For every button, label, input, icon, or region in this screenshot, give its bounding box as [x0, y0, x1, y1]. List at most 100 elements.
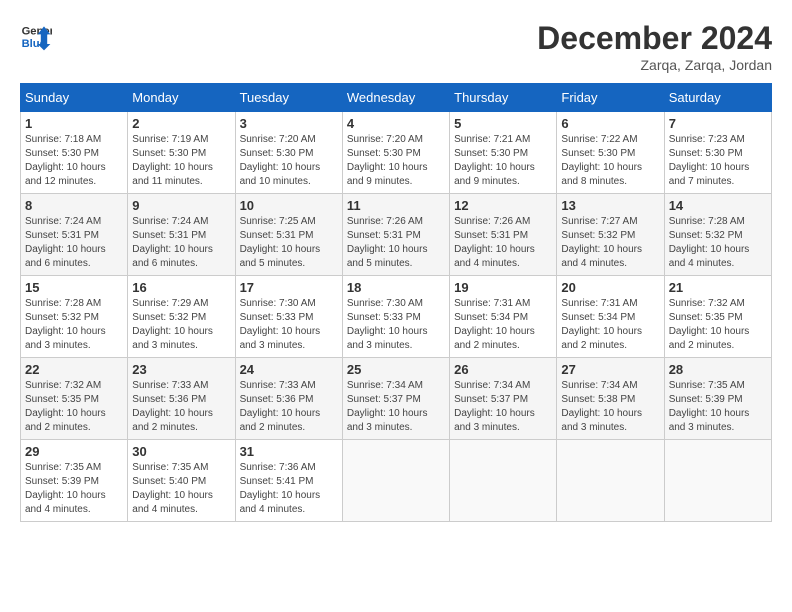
calendar-cell: 21 Sunrise: 7:32 AM Sunset: 5:35 PM Dayl… [664, 276, 771, 358]
day-info: Sunrise: 7:21 AM Sunset: 5:30 PM Dayligh… [454, 133, 552, 189]
calendar-cell: 31 Sunrise: 7:36 AM Sunset: 5:41 PM Dayl… [235, 440, 342, 522]
location: Zarqa, Zarqa, Jordan [537, 57, 772, 73]
calendar-cell: 2 Sunrise: 7:19 AM Sunset: 5:30 PM Dayli… [128, 112, 235, 194]
day-number: 18 [347, 280, 445, 295]
logo: General Blue [20, 20, 52, 52]
title-block: December 2024 Zarqa, Zarqa, Jordan [537, 20, 772, 73]
calendar-cell: 7 Sunrise: 7:23 AM Sunset: 5:30 PM Dayli… [664, 112, 771, 194]
day-info: Sunrise: 7:26 AM Sunset: 5:31 PM Dayligh… [454, 215, 552, 271]
calendar-body: 1 Sunrise: 7:18 AM Sunset: 5:30 PM Dayli… [21, 112, 772, 522]
day-info: Sunrise: 7:34 AM Sunset: 5:37 PM Dayligh… [347, 379, 445, 435]
day-number: 10 [240, 198, 338, 213]
calendar-header-row: SundayMondayTuesdayWednesdayThursdayFrid… [21, 84, 772, 112]
day-info: Sunrise: 7:31 AM Sunset: 5:34 PM Dayligh… [454, 297, 552, 353]
calendar-cell: 6 Sunrise: 7:22 AM Sunset: 5:30 PM Dayli… [557, 112, 664, 194]
calendar-cell: 5 Sunrise: 7:21 AM Sunset: 5:30 PM Dayli… [450, 112, 557, 194]
day-info: Sunrise: 7:28 AM Sunset: 5:32 PM Dayligh… [669, 215, 767, 271]
calendar-cell: 13 Sunrise: 7:27 AM Sunset: 5:32 PM Dayl… [557, 194, 664, 276]
day-number: 17 [240, 280, 338, 295]
day-number: 27 [561, 362, 659, 377]
calendar-week-2: 8 Sunrise: 7:24 AM Sunset: 5:31 PM Dayli… [21, 194, 772, 276]
logo-icon: General Blue [20, 20, 52, 52]
day-info: Sunrise: 7:33 AM Sunset: 5:36 PM Dayligh… [240, 379, 338, 435]
day-info: Sunrise: 7:33 AM Sunset: 5:36 PM Dayligh… [132, 379, 230, 435]
day-number: 2 [132, 116, 230, 131]
calendar-cell: 29 Sunrise: 7:35 AM Sunset: 5:39 PM Dayl… [21, 440, 128, 522]
day-number: 6 [561, 116, 659, 131]
day-info: Sunrise: 7:30 AM Sunset: 5:33 PM Dayligh… [240, 297, 338, 353]
day-number: 13 [561, 198, 659, 213]
day-number: 30 [132, 444, 230, 459]
calendar-cell [664, 440, 771, 522]
day-info: Sunrise: 7:35 AM Sunset: 5:39 PM Dayligh… [25, 461, 123, 517]
day-number: 1 [25, 116, 123, 131]
calendar-week-5: 29 Sunrise: 7:35 AM Sunset: 5:39 PM Dayl… [21, 440, 772, 522]
day-info: Sunrise: 7:28 AM Sunset: 5:32 PM Dayligh… [25, 297, 123, 353]
calendar-week-3: 15 Sunrise: 7:28 AM Sunset: 5:32 PM Dayl… [21, 276, 772, 358]
calendar-cell: 11 Sunrise: 7:26 AM Sunset: 5:31 PM Dayl… [342, 194, 449, 276]
calendar-cell: 15 Sunrise: 7:28 AM Sunset: 5:32 PM Dayl… [21, 276, 128, 358]
calendar-cell: 19 Sunrise: 7:31 AM Sunset: 5:34 PM Dayl… [450, 276, 557, 358]
day-info: Sunrise: 7:18 AM Sunset: 5:30 PM Dayligh… [25, 133, 123, 189]
calendar-cell: 28 Sunrise: 7:35 AM Sunset: 5:39 PM Dayl… [664, 358, 771, 440]
calendar-cell: 10 Sunrise: 7:25 AM Sunset: 5:31 PM Dayl… [235, 194, 342, 276]
day-number: 14 [669, 198, 767, 213]
calendar-week-1: 1 Sunrise: 7:18 AM Sunset: 5:30 PM Dayli… [21, 112, 772, 194]
day-number: 7 [669, 116, 767, 131]
calendar-cell: 22 Sunrise: 7:32 AM Sunset: 5:35 PM Dayl… [21, 358, 128, 440]
page-header: General Blue December 2024 Zarqa, Zarqa,… [20, 20, 772, 73]
day-number: 21 [669, 280, 767, 295]
day-number: 4 [347, 116, 445, 131]
day-info: Sunrise: 7:32 AM Sunset: 5:35 PM Dayligh… [25, 379, 123, 435]
day-info: Sunrise: 7:22 AM Sunset: 5:30 PM Dayligh… [561, 133, 659, 189]
calendar-cell: 16 Sunrise: 7:29 AM Sunset: 5:32 PM Dayl… [128, 276, 235, 358]
calendar-cell: 9 Sunrise: 7:24 AM Sunset: 5:31 PM Dayli… [128, 194, 235, 276]
day-number: 24 [240, 362, 338, 377]
calendar-table: SundayMondayTuesdayWednesdayThursdayFrid… [20, 83, 772, 522]
calendar-cell: 24 Sunrise: 7:33 AM Sunset: 5:36 PM Dayl… [235, 358, 342, 440]
day-number: 20 [561, 280, 659, 295]
calendar-cell: 26 Sunrise: 7:34 AM Sunset: 5:37 PM Dayl… [450, 358, 557, 440]
day-number: 5 [454, 116, 552, 131]
calendar-cell: 12 Sunrise: 7:26 AM Sunset: 5:31 PM Dayl… [450, 194, 557, 276]
calendar-cell: 8 Sunrise: 7:24 AM Sunset: 5:31 PM Dayli… [21, 194, 128, 276]
day-info: Sunrise: 7:23 AM Sunset: 5:30 PM Dayligh… [669, 133, 767, 189]
day-info: Sunrise: 7:20 AM Sunset: 5:30 PM Dayligh… [347, 133, 445, 189]
weekday-header-friday: Friday [557, 84, 664, 112]
day-number: 11 [347, 198, 445, 213]
day-info: Sunrise: 7:25 AM Sunset: 5:31 PM Dayligh… [240, 215, 338, 271]
weekday-header-sunday: Sunday [21, 84, 128, 112]
day-number: 16 [132, 280, 230, 295]
day-number: 28 [669, 362, 767, 377]
day-info: Sunrise: 7:27 AM Sunset: 5:32 PM Dayligh… [561, 215, 659, 271]
calendar-cell: 20 Sunrise: 7:31 AM Sunset: 5:34 PM Dayl… [557, 276, 664, 358]
day-info: Sunrise: 7:32 AM Sunset: 5:35 PM Dayligh… [669, 297, 767, 353]
day-info: Sunrise: 7:36 AM Sunset: 5:41 PM Dayligh… [240, 461, 338, 517]
day-number: 23 [132, 362, 230, 377]
calendar-cell: 25 Sunrise: 7:34 AM Sunset: 5:37 PM Dayl… [342, 358, 449, 440]
day-info: Sunrise: 7:19 AM Sunset: 5:30 PM Dayligh… [132, 133, 230, 189]
calendar-cell: 4 Sunrise: 7:20 AM Sunset: 5:30 PM Dayli… [342, 112, 449, 194]
calendar-cell [450, 440, 557, 522]
day-number: 15 [25, 280, 123, 295]
calendar-cell [557, 440, 664, 522]
day-info: Sunrise: 7:29 AM Sunset: 5:32 PM Dayligh… [132, 297, 230, 353]
day-info: Sunrise: 7:30 AM Sunset: 5:33 PM Dayligh… [347, 297, 445, 353]
day-number: 22 [25, 362, 123, 377]
day-info: Sunrise: 7:24 AM Sunset: 5:31 PM Dayligh… [132, 215, 230, 271]
weekday-header-tuesday: Tuesday [235, 84, 342, 112]
day-info: Sunrise: 7:35 AM Sunset: 5:40 PM Dayligh… [132, 461, 230, 517]
day-info: Sunrise: 7:35 AM Sunset: 5:39 PM Dayligh… [669, 379, 767, 435]
day-number: 26 [454, 362, 552, 377]
day-info: Sunrise: 7:34 AM Sunset: 5:38 PM Dayligh… [561, 379, 659, 435]
weekday-header-monday: Monday [128, 84, 235, 112]
calendar-cell [342, 440, 449, 522]
calendar-cell: 17 Sunrise: 7:30 AM Sunset: 5:33 PM Dayl… [235, 276, 342, 358]
calendar-cell: 27 Sunrise: 7:34 AM Sunset: 5:38 PM Dayl… [557, 358, 664, 440]
weekday-header-saturday: Saturday [664, 84, 771, 112]
month-title: December 2024 [537, 20, 772, 57]
calendar-cell: 1 Sunrise: 7:18 AM Sunset: 5:30 PM Dayli… [21, 112, 128, 194]
day-number: 31 [240, 444, 338, 459]
weekday-header-thursday: Thursday [450, 84, 557, 112]
calendar-cell: 23 Sunrise: 7:33 AM Sunset: 5:36 PM Dayl… [128, 358, 235, 440]
